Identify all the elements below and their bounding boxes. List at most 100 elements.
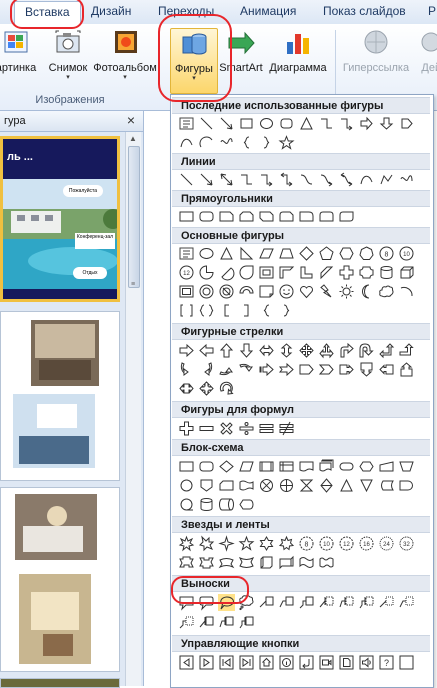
decagon-shape-icon[interactable]: 10 xyxy=(399,246,414,261)
horizontal-scroll-shape-icon[interactable] xyxy=(279,555,294,570)
vertical-scroll-shape-icon[interactable] xyxy=(259,555,274,570)
left-brace-shape-icon[interactable] xyxy=(239,135,254,150)
block-arc-shape-icon[interactable] xyxy=(239,284,254,299)
curved-down-arrow-shape-icon[interactable] xyxy=(239,362,254,377)
flowchart-display-shape-icon[interactable] xyxy=(239,497,254,512)
line-callout-3-shape-icon[interactable] xyxy=(299,595,314,610)
line-callout-1-no-border-shape-icon[interactable] xyxy=(379,595,394,610)
bent-up-arrow-shape-icon[interactable] xyxy=(399,343,414,358)
elbow-arrow-shape-icon[interactable] xyxy=(259,172,274,187)
folded-corner-shape-icon[interactable] xyxy=(259,284,274,299)
curved-arrow-connector-shape-icon[interactable] xyxy=(319,172,334,187)
star-shape-icon[interactable] xyxy=(278,135,295,150)
cube-shape-icon[interactable] xyxy=(399,265,414,280)
action-return-button-icon[interactable] xyxy=(299,655,314,670)
arc-shape-icon[interactable] xyxy=(199,135,214,150)
line-callout-1-accent-bar-shape-icon[interactable] xyxy=(319,595,334,610)
textbox-shape-icon[interactable] xyxy=(179,116,194,131)
tab-review[interactable]: Р xyxy=(428,4,436,18)
action-information-button-icon[interactable] xyxy=(279,655,294,670)
oval-shape-icon[interactable] xyxy=(199,246,214,261)
plus-shape-icon[interactable] xyxy=(179,421,194,436)
down-arrow-callout-shape-icon[interactable] xyxy=(359,362,374,377)
scroll-up-icon[interactable]: ▲ xyxy=(129,134,137,143)
right-arrow-shape-icon[interactable] xyxy=(179,343,194,358)
line-callout-3-accent-bar-shape-icon[interactable] xyxy=(359,595,374,610)
quad-arrow-shape-icon[interactable] xyxy=(299,343,314,358)
star-6-point-shape-icon[interactable] xyxy=(259,535,274,552)
line-shape-icon[interactable] xyxy=(179,172,194,187)
curve-shape-icon[interactable] xyxy=(359,172,374,187)
line-callout-2-accent-bar-shape-icon[interactable] xyxy=(339,595,354,610)
lightning-bolt-shape-icon[interactable] xyxy=(319,284,334,299)
moon-shape-icon[interactable] xyxy=(359,284,374,299)
pane-scrollbar[interactable]: ▲ ≡ xyxy=(125,132,141,686)
flowchart-connector-shape-icon[interactable] xyxy=(179,478,194,493)
dodecagon-shape-icon[interactable]: 12 xyxy=(179,265,194,280)
flowchart-manual-input-shape-icon[interactable] xyxy=(379,459,394,474)
up-down-arrow-shape-icon[interactable] xyxy=(279,343,294,358)
flowchart-or-shape-icon[interactable] xyxy=(279,478,294,493)
rounded-rectangle-shape-icon[interactable] xyxy=(279,116,294,131)
tab-animation[interactable]: Анимация xyxy=(240,4,296,18)
curved-connector-shape-icon[interactable] xyxy=(299,172,314,187)
right-brace-shape-icon[interactable] xyxy=(259,135,274,150)
line-callout-1-shape-icon[interactable] xyxy=(259,595,274,610)
right-bracket-shape-icon[interactable] xyxy=(239,303,254,318)
rectangle-shape-icon[interactable] xyxy=(239,116,254,131)
parallelogram-shape-icon[interactable] xyxy=(259,246,274,261)
action-button[interactable]: Дейс xyxy=(414,28,437,74)
action-beginning-button-icon[interactable] xyxy=(219,655,234,670)
smiley-face-shape-icon[interactable] xyxy=(279,284,294,299)
slide-thumbnail-2[interactable] xyxy=(0,311,120,481)
arrow-line-shape-icon[interactable] xyxy=(199,172,214,187)
snip-round-rectangle-shape-icon[interactable] xyxy=(279,209,294,224)
flowchart-data-shape-icon[interactable] xyxy=(239,459,254,474)
bent-arrow-shape-icon[interactable] xyxy=(339,342,354,358)
pentagon-shape-icon[interactable] xyxy=(399,116,414,131)
down-arrow-shape-icon[interactable] xyxy=(239,343,254,358)
action-end-button-icon[interactable] xyxy=(239,655,254,670)
flowchart-terminator-shape-icon[interactable] xyxy=(339,459,354,474)
star-16-point-shape-icon[interactable]: 16 xyxy=(359,536,374,551)
down-ribbon-shape-icon[interactable] xyxy=(199,555,214,570)
elbow-double-arrow-shape-icon[interactable] xyxy=(279,172,294,187)
notched-right-arrow-shape-icon[interactable] xyxy=(278,362,294,377)
action-help-button-icon[interactable]: ? xyxy=(379,655,394,670)
left-arrow-callout-shape-icon[interactable] xyxy=(379,362,394,377)
pie-shape-icon[interactable] xyxy=(199,265,214,280)
chord-shape-icon[interactable] xyxy=(219,265,235,281)
left-right-up-arrow-shape-icon[interactable] xyxy=(319,343,334,359)
flowchart-sort-shape-icon[interactable] xyxy=(319,478,334,493)
freeform-shape-icon[interactable] xyxy=(379,172,394,187)
curved-down-ribbon-shape-icon[interactable] xyxy=(238,555,255,570)
not-equal-shape-icon[interactable] xyxy=(279,421,294,436)
flowchart-document-shape-icon[interactable] xyxy=(299,459,314,474)
slide-thumbnail-4[interactable] xyxy=(0,678,120,688)
scribble-shape-icon[interactable] xyxy=(399,172,414,187)
heart-shape-icon[interactable] xyxy=(299,284,314,299)
flowchart-summing-junction-shape-icon[interactable] xyxy=(259,478,274,493)
bevel-shape-icon[interactable] xyxy=(179,284,194,299)
right-arrow-callout-shape-icon[interactable] xyxy=(339,362,354,377)
regular-pentagon-shape-icon[interactable] xyxy=(319,246,334,261)
diamond-shape-icon[interactable] xyxy=(299,246,314,261)
rounded-rectangle-shape-icon[interactable] xyxy=(199,209,214,224)
octagon-shape-icon[interactable]: 8 xyxy=(379,246,394,261)
cross-shape-icon[interactable] xyxy=(339,265,354,280)
round-single-corner-rectangle-shape-icon[interactable] xyxy=(299,209,314,224)
slide-thumbnail-3[interactable] xyxy=(0,487,120,672)
donut-shape-icon[interactable] xyxy=(199,284,214,299)
curved-right-arrow-shape-icon[interactable] xyxy=(179,362,194,377)
action-document-button-icon[interactable] xyxy=(339,655,354,670)
explosion-2-shape-icon[interactable] xyxy=(199,535,215,552)
circular-arrow-shape-icon[interactable] xyxy=(219,381,234,396)
chevron-shape-icon[interactable] xyxy=(318,362,334,377)
arrow-line-shape-icon[interactable] xyxy=(219,116,234,131)
action-movie-button-icon[interactable] xyxy=(319,655,334,670)
double-bracket-shape-icon[interactable] xyxy=(179,303,194,318)
line-callout-1-border-accent-shape-icon[interactable] xyxy=(199,615,214,630)
freeform-shape-icon[interactable] xyxy=(219,135,234,150)
star-32-point-shape-icon[interactable]: 32 xyxy=(399,536,414,551)
left-up-arrow-shape-icon[interactable] xyxy=(379,343,395,359)
